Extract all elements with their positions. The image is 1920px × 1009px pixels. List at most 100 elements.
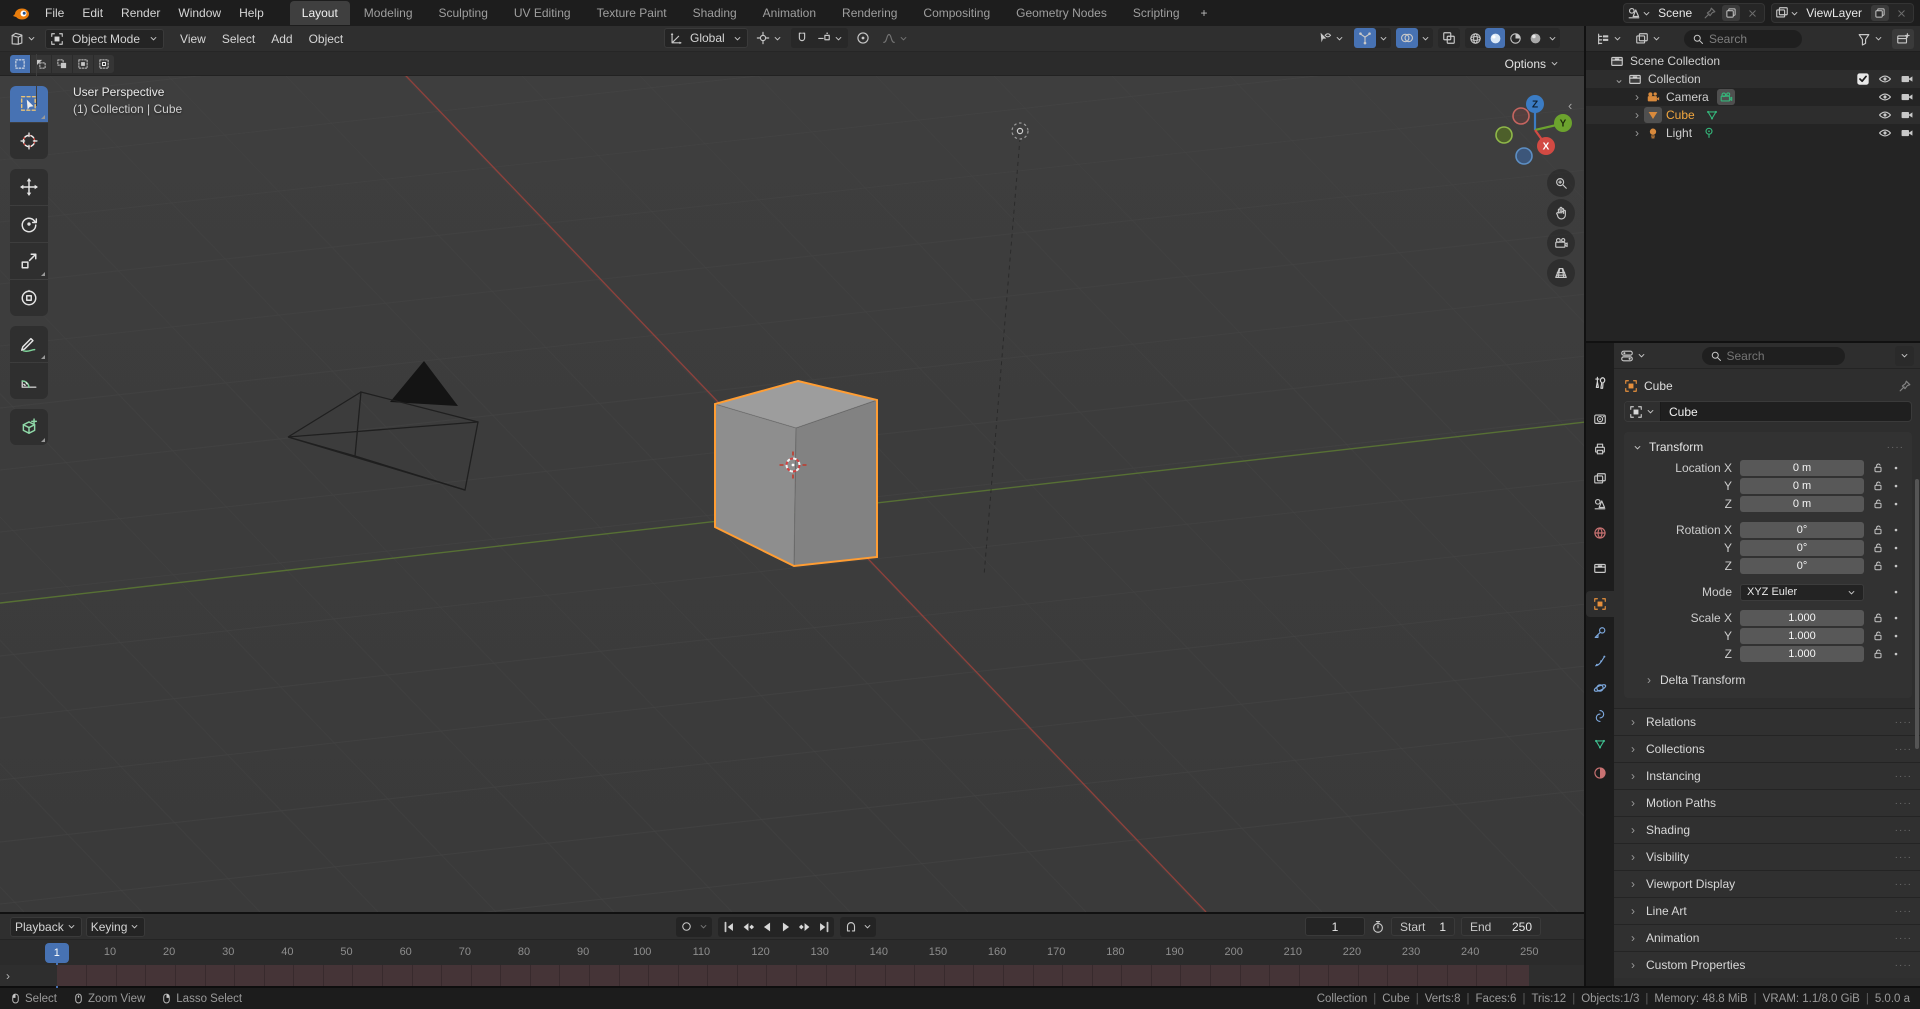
transform-value-field[interactable]: 1.000 xyxy=(1740,610,1864,626)
properties-search[interactable] xyxy=(1701,346,1845,365)
panel-custom-properties[interactable]: › Custom Properties ···· xyxy=(1614,951,1920,978)
editor-type-button[interactable] xyxy=(6,29,41,49)
properties-tab-particles[interactable] xyxy=(1586,648,1614,674)
panel-viewport-display[interactable]: › Viewport Display ···· xyxy=(1614,870,1920,897)
menu-render[interactable]: Render xyxy=(112,6,169,20)
drag-handle-icon[interactable]: ···· xyxy=(1895,771,1912,782)
use-preview-range-button[interactable] xyxy=(1371,920,1385,934)
properties-tab-constraints[interactable] xyxy=(1586,703,1614,729)
jump-to-start-button[interactable] xyxy=(719,918,738,936)
drag-handle-icon[interactable]: ···· xyxy=(1895,798,1912,809)
animate-dot-icon[interactable] xyxy=(1888,543,1904,553)
prev-keyframe-button[interactable] xyxy=(738,918,757,936)
lock-icon[interactable] xyxy=(1868,612,1888,624)
workspace-tab-layout[interactable]: Layout xyxy=(289,1,350,25)
outliner-filter-button[interactable] xyxy=(1853,29,1888,49)
orthographic-toggle-button[interactable] xyxy=(1547,259,1575,287)
properties-tab-render[interactable] xyxy=(1586,406,1614,432)
drag-handle-icon[interactable]: ···· xyxy=(1895,825,1912,836)
workspace-tab-compositing[interactable]: Compositing xyxy=(911,1,1002,25)
gizmos-dropdown[interactable] xyxy=(1376,33,1391,44)
animate-dot-icon[interactable] xyxy=(1888,525,1904,535)
transform-panel-header[interactable]: Transform ···· xyxy=(1624,436,1912,458)
auto-keying-button[interactable] xyxy=(677,918,696,936)
snap-dropdown[interactable] xyxy=(860,921,875,932)
selectability-visibility-dropdown[interactable] xyxy=(1314,28,1349,48)
snap-settings-dropdown[interactable] xyxy=(813,28,848,48)
xray-toggle[interactable] xyxy=(1438,28,1460,48)
animate-dot-icon[interactable] xyxy=(1888,499,1904,509)
select-mode-extend[interactable] xyxy=(31,54,51,73)
panel-collections[interactable]: › Collections ···· xyxy=(1614,735,1920,762)
viewport-menu-add[interactable]: Add xyxy=(263,26,300,52)
select-mode-intersect[interactable] xyxy=(94,54,114,73)
animate-dot-icon[interactable] xyxy=(1888,481,1904,491)
snap-toggle[interactable] xyxy=(790,28,813,48)
workspace-tab-scripting[interactable]: Scripting xyxy=(1121,1,1192,25)
properties-tab-modifiers[interactable] xyxy=(1586,620,1614,646)
workspace-tab-rendering[interactable]: Rendering xyxy=(830,1,909,25)
chevron-down-icon[interactable]: ⌄ xyxy=(1612,72,1626,86)
object-name-field[interactable]: Cube xyxy=(1624,401,1912,422)
hide-viewport-toggle[interactable] xyxy=(1878,126,1892,140)
properties-tab-object[interactable] xyxy=(1586,591,1614,617)
properties-tab-world[interactable] xyxy=(1586,520,1614,546)
start-frame-field[interactable]: Start 1 xyxy=(1391,917,1455,937)
proportional-falloff-dropdown[interactable] xyxy=(878,28,913,48)
shading-rendered-button[interactable] xyxy=(1525,28,1545,48)
viewport-menu-object[interactable]: Object xyxy=(301,26,352,52)
chevron-right-icon[interactable]: › xyxy=(1630,90,1644,104)
tool-move[interactable] xyxy=(10,169,48,205)
keying-menu[interactable]: Keying xyxy=(85,916,146,937)
workspace-tab-shading[interactable]: Shading xyxy=(681,1,749,25)
playhead[interactable]: 1 xyxy=(44,943,69,964)
outliner-row-collection[interactable]: ⌄ Collection xyxy=(1586,70,1920,88)
lock-icon[interactable] xyxy=(1868,480,1888,492)
tool-add-cube[interactable] xyxy=(10,409,48,445)
animate-dot-icon[interactable] xyxy=(1888,631,1904,641)
animate-dot-icon[interactable] xyxy=(1888,649,1904,659)
shading-solid-button[interactable] xyxy=(1485,28,1505,48)
tool-transform[interactable] xyxy=(10,280,48,316)
properties-tab-view-layer[interactable] xyxy=(1586,466,1614,492)
viewport-canvas[interactable]: User Perspective (1) Collection | Cube Z… xyxy=(0,76,1584,912)
view-layer-selector[interactable]: ViewLayer xyxy=(1771,3,1914,23)
menu-help[interactable]: Help xyxy=(230,6,273,20)
outliner-row-light[interactable]: › Light xyxy=(1586,124,1920,142)
next-keyframe-button[interactable] xyxy=(795,918,814,936)
lock-icon[interactable] xyxy=(1868,648,1888,660)
lock-icon[interactable] xyxy=(1868,462,1888,474)
pin-icon[interactable] xyxy=(1701,5,1719,21)
mode-dropdown[interactable]: Object Mode xyxy=(45,28,165,49)
animate-dot-icon[interactable] xyxy=(1888,561,1904,571)
shading-dropdown[interactable] xyxy=(1545,33,1560,44)
animate-dot-icon[interactable] xyxy=(1888,587,1904,597)
delete-scene-button[interactable] xyxy=(1743,5,1761,21)
disable-render-toggle[interactable] xyxy=(1900,126,1914,140)
playback-menu[interactable]: Playback xyxy=(10,916,82,937)
outliner-search[interactable]: Search xyxy=(1684,29,1802,48)
transform-value-field[interactable]: 0 m xyxy=(1740,478,1864,494)
workspace-tab-animation[interactable]: Animation xyxy=(751,1,828,25)
channel-expander-icon[interactable]: › xyxy=(6,969,10,983)
properties-options-dropdown[interactable] xyxy=(1895,345,1914,366)
panel-line-art[interactable]: › Line Art ···· xyxy=(1614,897,1920,924)
tool-select-box[interactable] xyxy=(10,86,48,122)
pin-id-button[interactable] xyxy=(1898,379,1912,393)
lock-icon[interactable] xyxy=(1868,542,1888,554)
tool-scale[interactable] xyxy=(10,243,48,279)
properties-tab-output[interactable] xyxy=(1586,436,1614,462)
new-scene-button[interactable] xyxy=(1722,5,1741,21)
rotation-mode-dropdown[interactable]: XYZ Euler xyxy=(1740,583,1864,601)
hide-viewport-toggle[interactable] xyxy=(1878,90,1892,104)
drag-handle-icon[interactable]: ···· xyxy=(1895,906,1912,917)
drag-handle-icon[interactable]: ···· xyxy=(1895,933,1912,944)
outliner-row-scene-collection[interactable]: Scene Collection xyxy=(1586,52,1920,70)
select-mode-subtract[interactable] xyxy=(52,54,72,73)
shading-material-button[interactable] xyxy=(1505,28,1525,48)
options-dropdown[interactable]: Options xyxy=(1505,57,1560,71)
pivot-point-dropdown[interactable] xyxy=(752,28,787,48)
delete-view-layer-button[interactable] xyxy=(1892,5,1910,21)
blender-logo-icon[interactable] xyxy=(10,4,32,22)
outliner-display-mode-button[interactable] xyxy=(1631,29,1666,49)
